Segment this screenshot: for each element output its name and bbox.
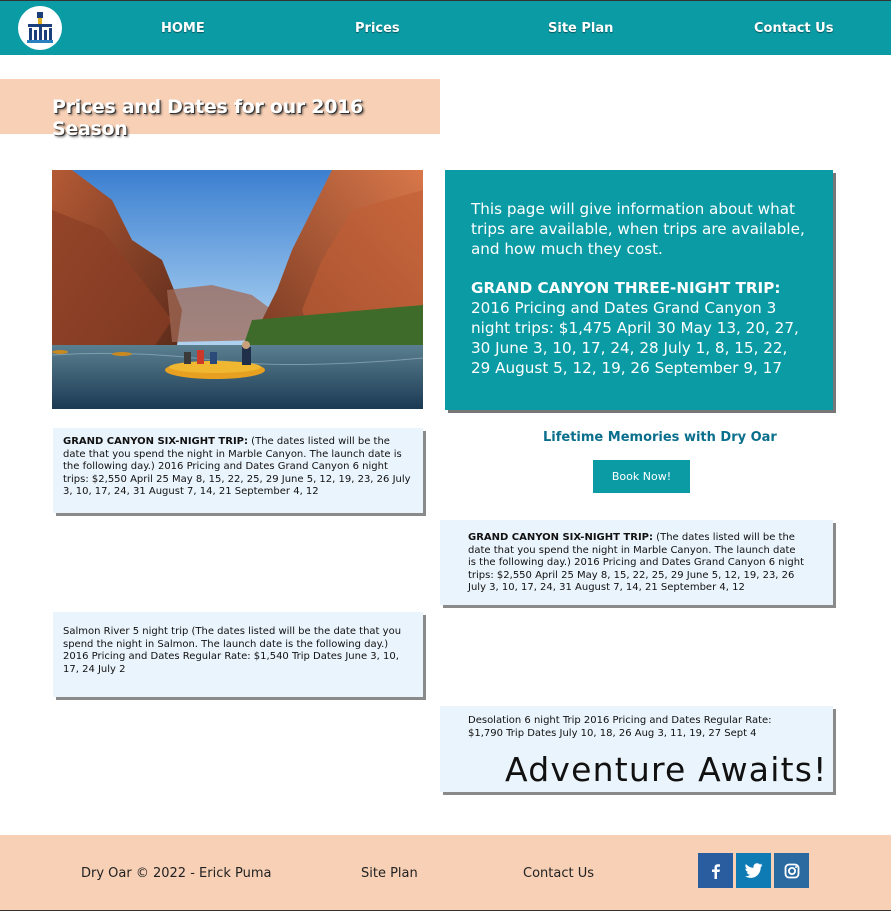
- footer-site-plan-link[interactable]: Site Plan: [361, 866, 418, 881]
- nav-site-plan-link[interactable]: Site Plan: [548, 21, 613, 36]
- top-nav: HOME Prices Site Plan Contact Us: [0, 0, 891, 55]
- book-now-button[interactable]: Book Now!: [593, 460, 690, 493]
- six-night-trip-card-right: GRAND CANYON SIX-NIGHT TRIP: (The dates …: [440, 520, 833, 605]
- footer-contact-link[interactable]: Contact Us: [523, 866, 594, 881]
- salmon-river-trip-details: Salmon River 5 night trip (The dates lis…: [63, 626, 402, 675]
- three-night-trip-heading: GRAND CANYON THREE-NIGHT TRIP:: [471, 279, 781, 297]
- canyon-rafting-photo: [52, 170, 423, 409]
- six-night-trip-card-left: GRAND CANYON SIX-NIGHT TRIP: (The dates …: [53, 428, 423, 513]
- trip-info-box: This page will give information about wh…: [445, 170, 833, 410]
- instagram-icon[interactable]: [774, 853, 809, 888]
- adventure-awaits-text: Adventure Awaits!: [505, 750, 828, 789]
- six-night-trip-heading: GRAND CANYON SIX-NIGHT TRIP:: [468, 532, 653, 543]
- page-title-banner: Prices and Dates for our 2016 Season: [0, 79, 440, 140]
- twitter-icon[interactable]: [736, 853, 771, 888]
- three-night-trip-details: 2016 Pricing and Dates Grand Canyon 3 ni…: [471, 299, 799, 377]
- dry-oar-logo[interactable]: [18, 6, 62, 50]
- facebook-icon[interactable]: [698, 853, 733, 888]
- lifetime-memories-tagline: Lifetime Memories with Dry Oar: [543, 430, 777, 445]
- three-night-trip-text: GRAND CANYON THREE-NIGHT TRIP: 2016 Pric…: [471, 278, 807, 378]
- six-night-trip-heading: GRAND CANYON SIX-NIGHT TRIP:: [63, 436, 248, 447]
- info-intro-text: This page will give information about wh…: [471, 200, 805, 258]
- nav-home-link[interactable]: HOME: [161, 21, 205, 36]
- footer: Dry Oar © 2022 - Erick Puma Site Plan Co…: [0, 835, 891, 911]
- nav-prices-link[interactable]: Prices: [355, 21, 400, 36]
- footer-copyright: Dry Oar © 2022 - Erick Puma: [81, 866, 272, 881]
- page-title: Prices and Dates for our 2016 Season: [52, 96, 363, 140]
- desolation-trip-details: Desolation 6 night Trip 2016 Pricing and…: [468, 715, 772, 739]
- nav-contact-link[interactable]: Contact Us: [754, 21, 833, 36]
- salmon-river-trip-card: Salmon River 5 night trip (The dates lis…: [53, 612, 423, 697]
